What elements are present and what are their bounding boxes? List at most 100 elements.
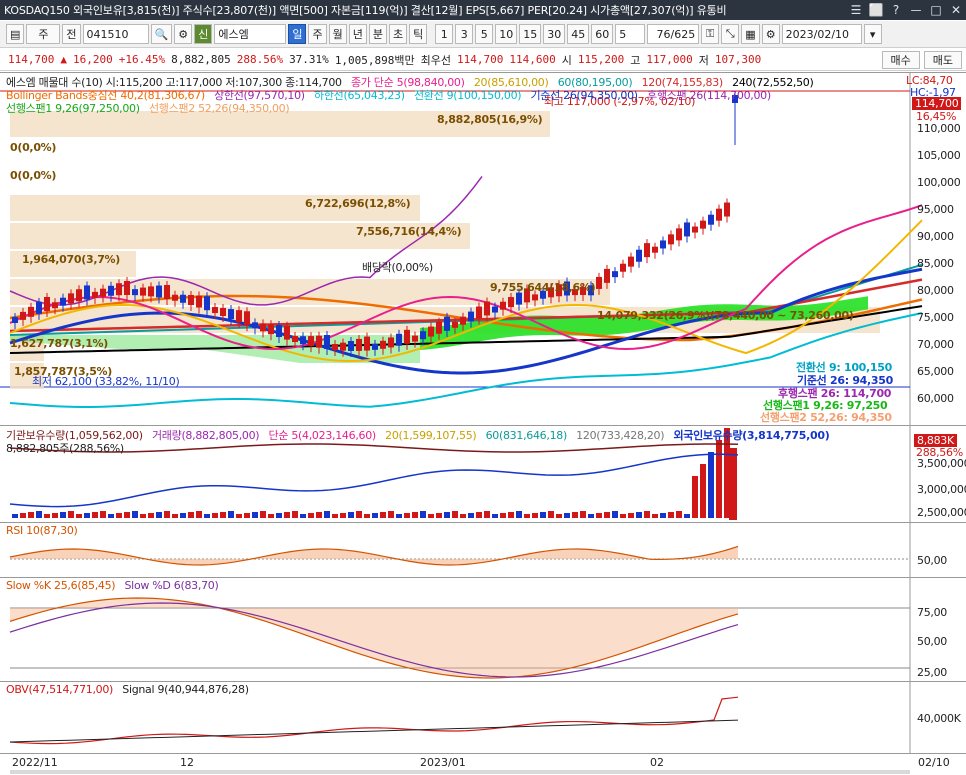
volume-bar <box>100 511 106 518</box>
volume-bar <box>444 512 450 518</box>
calendar-icon[interactable]: ▾ <box>863 24 882 44</box>
candle-up <box>628 256 634 267</box>
buy-button[interactable]: 매수 <box>881 50 920 69</box>
date-input[interactable]: 2023/02/10 <box>781 24 862 44</box>
volume-bar <box>356 511 362 518</box>
lock-icon[interactable]: ⚿ <box>701 24 720 44</box>
volume-bar <box>348 512 354 518</box>
stochastic-chart-canvas[interactable] <box>0 578 966 681</box>
interval-10[interactable]: 10 <box>495 24 518 44</box>
volume-bar <box>284 512 290 518</box>
volume-bar <box>132 511 138 518</box>
volume-bar <box>484 511 490 518</box>
period-second-tab[interactable]: 초 <box>388 24 408 44</box>
period-week-tab[interactable]: 주 <box>308 24 327 44</box>
volume-bar <box>524 514 530 518</box>
volume-bar <box>388 511 394 518</box>
vol-y-2500000: 2,500,000 <box>917 506 966 519</box>
sell-button[interactable]: 매도 <box>923 50 962 69</box>
ichimoku-base-legend: 기준선 26(94,350,00) <box>530 89 638 102</box>
candle-down <box>108 285 114 296</box>
interval-3[interactable]: 3 <box>455 24 474 44</box>
candle-up <box>68 293 74 304</box>
y-label-75000: 75,000 <box>917 311 954 324</box>
period-tick-tab[interactable]: 틱 <box>409 24 428 44</box>
interval-5[interactable]: 5 <box>475 24 494 44</box>
interval-1[interactable]: 1 <box>435 24 454 44</box>
volume-bar <box>316 512 322 518</box>
obv-panel[interactable]: OBV(47,514,771,00) Signal 9(40,944,876,2… <box>0 681 966 754</box>
candle-up <box>20 311 26 320</box>
turnover-rate: 37.31% <box>289 53 329 66</box>
stochastic-legend: Slow %K 25,6(85,45) Slow %D 6(83,70) <box>6 579 224 592</box>
price-legend-line3: 선행스팬1 9,26(97,250,00) 선행스팬2 52,26(94,350… <box>6 100 295 116</box>
volume-ratio: 288.56% <box>236 53 284 66</box>
volume-bar <box>300 514 306 518</box>
leading-span1-legend: 선행스팬1 9,26(97,250,00) <box>6 102 140 115</box>
close-button[interactable]: ✕ <box>946 0 966 20</box>
candle-up <box>292 336 298 343</box>
rsi-panel[interactable]: RSI 10(87,30) 50,00 <box>0 522 966 577</box>
layout-icon[interactable]: ⬜ <box>866 0 886 20</box>
volume-bar <box>572 512 578 518</box>
candle-up <box>260 323 266 332</box>
volume-bar <box>596 513 602 518</box>
help-icon[interactable]: ? <box>886 0 906 20</box>
volume-bar <box>12 514 18 518</box>
candle-up <box>596 276 602 289</box>
all-toggle-button[interactable]: 전 <box>62 24 81 44</box>
menu-icon[interactable]: ☰ <box>846 0 866 20</box>
volume-bar <box>236 514 242 518</box>
candle-up <box>676 228 682 241</box>
volume-ma5-legend: 단순 5(4,023,146,60) <box>268 429 377 442</box>
candle-up <box>380 340 386 349</box>
profile-label-6: 1,964,070(3,7%) <box>22 253 120 266</box>
candle-up <box>92 291 98 298</box>
period-day-tab[interactable]: 일 <box>288 24 307 44</box>
price-chart-panel[interactable]: 에스엠 매물대 수(10) 시:115,200 고:117,000 저:107,… <box>0 72 966 425</box>
grid-menu-icon[interactable]: ▤ <box>6 24 25 44</box>
candle-up <box>124 281 130 296</box>
minimize-button[interactable]: ㅡ <box>906 0 926 20</box>
candle-down <box>324 335 330 350</box>
profile-label-4: 6,722,696(12,8%) <box>305 197 411 210</box>
page-counter: 76/625 <box>647 24 700 44</box>
candle-up <box>172 294 178 301</box>
rsi-legend: RSI 10(87,30) <box>6 524 78 537</box>
vol-y-3000000: 3,000,000 <box>917 483 966 496</box>
candle-down <box>660 240 666 249</box>
chart-scrollbar[interactable] <box>10 770 910 774</box>
volume-bar <box>204 514 210 518</box>
interval-15[interactable]: 15 <box>519 24 542 44</box>
interval-30[interactable]: 30 <box>543 24 566 44</box>
candle-up <box>532 294 538 301</box>
stochastic-panel[interactable]: Slow %K 25,6(85,45) Slow %D 6(83,70) 75,… <box>0 577 966 681</box>
obv-value-legend: OBV(47,514,771,00) <box>6 683 114 696</box>
candle-up <box>340 342 346 351</box>
period-month-tab[interactable]: 월 <box>328 24 347 44</box>
maximize-button[interactable]: □ <box>926 0 946 20</box>
interval-60[interactable]: 60 <box>591 24 614 44</box>
rsi-chart-canvas[interactable] <box>0 523 966 577</box>
period-minute-tab[interactable]: 분 <box>368 24 387 44</box>
market-select[interactable]: 주 <box>26 24 61 44</box>
volume-panel[interactable]: 기관보유수량(1,059,562,00) 거래량(8,882,805,00) 단… <box>0 425 966 522</box>
interval-45[interactable]: 45 <box>567 24 590 44</box>
stock-code-input[interactable]: 041510 <box>82 24 149 44</box>
volume-bar <box>276 513 282 518</box>
chart-tools-icon[interactable]: ⤡ <box>721 24 740 44</box>
search-icon[interactable]: 🔍 <box>150 24 173 44</box>
profile-label-5: 7,556,716(14,4%) <box>356 225 462 238</box>
volume-bar <box>420 511 426 518</box>
candle-up <box>116 283 122 296</box>
gear-icon[interactable]: ⚙ <box>761 24 780 44</box>
candle-up <box>196 295 202 308</box>
chart-type-icon[interactable]: ▦ <box>741 24 760 44</box>
y-label-65000: 65,000 <box>917 365 954 378</box>
settings-mini-icon[interactable]: ⚙ <box>174 24 193 44</box>
volume-bar <box>516 511 522 518</box>
candle-down <box>156 285 162 298</box>
volume-ma120-legend: 120(733,428,20) <box>576 429 665 442</box>
interval-custom-input[interactable]: 5 <box>615 24 646 44</box>
period-year-tab[interactable]: 년 <box>348 24 367 44</box>
